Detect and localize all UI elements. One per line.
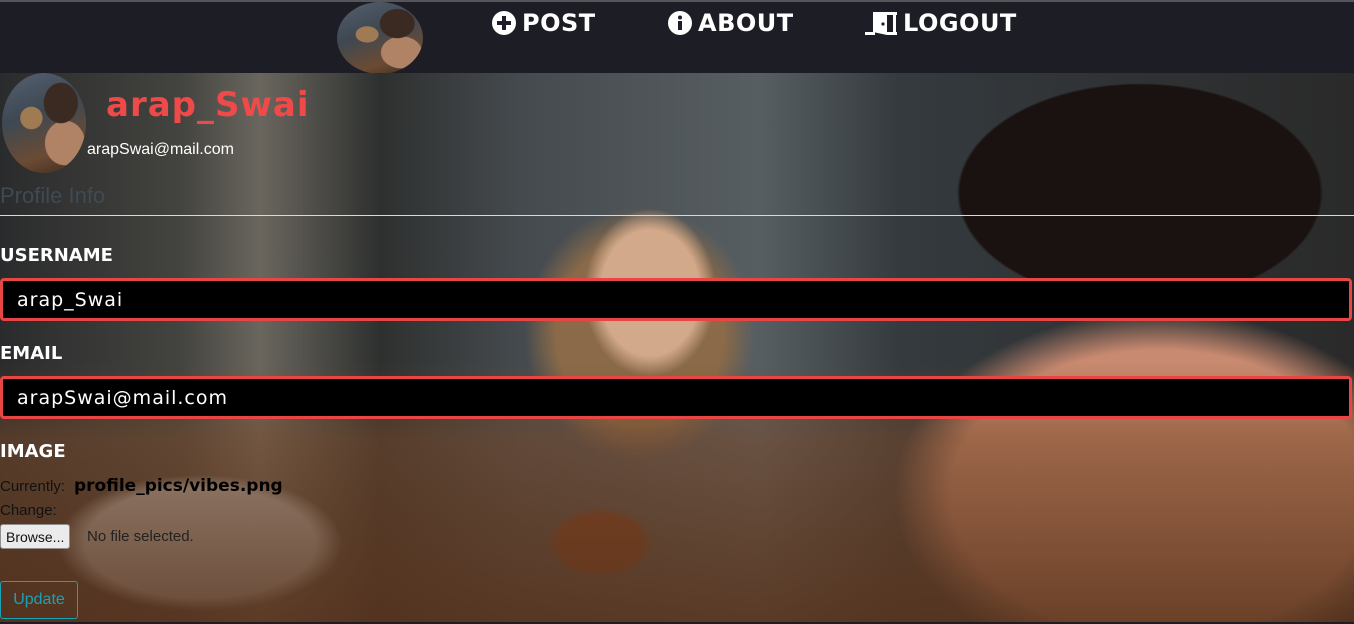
nav-post-label: POST xyxy=(522,9,596,37)
profile-hero-background: arap_Swai arapSwai@mail.com Profile Info… xyxy=(0,73,1354,622)
profile-avatar xyxy=(2,73,86,173)
file-status-text: No file selected. xyxy=(87,528,194,545)
email-label: EMAIL xyxy=(0,343,63,364)
nav-about-label: ABOUT xyxy=(698,9,794,37)
plus-circle-icon xyxy=(492,11,516,35)
nav-about-link[interactable]: ABOUT xyxy=(668,8,794,38)
nav-logout-label: LOGOUT xyxy=(903,9,1017,37)
change-label: Change: xyxy=(0,502,57,519)
browse-file-button[interactable]: Browse... xyxy=(0,524,71,549)
profile-username: arap_Swai xyxy=(106,85,310,125)
email-input[interactable] xyxy=(0,376,1352,419)
update-button[interactable]: Update xyxy=(0,581,78,619)
image-label: IMAGE xyxy=(0,441,66,462)
top-navbar: POST ABOUT LOGOUT xyxy=(0,0,1354,74)
form-legend: Profile Info xyxy=(0,183,106,208)
nav-avatar[interactable] xyxy=(337,2,423,74)
nav-logout-link[interactable]: LOGOUT xyxy=(865,8,1017,38)
nav-post-link[interactable]: POST xyxy=(492,8,596,38)
currently-label: Currently: xyxy=(0,478,66,495)
current-image-link[interactable]: profile_pics/vibes.png xyxy=(74,476,283,496)
legend-divider xyxy=(0,215,1354,216)
door-open-icon xyxy=(865,11,897,35)
username-label: USERNAME xyxy=(0,245,113,266)
info-circle-icon xyxy=(668,11,692,35)
username-input[interactable] xyxy=(0,278,1352,321)
profile-email: arapSwai@mail.com xyxy=(87,141,234,158)
profile-content: arap_Swai arapSwai@mail.com Profile Info… xyxy=(0,73,1354,622)
